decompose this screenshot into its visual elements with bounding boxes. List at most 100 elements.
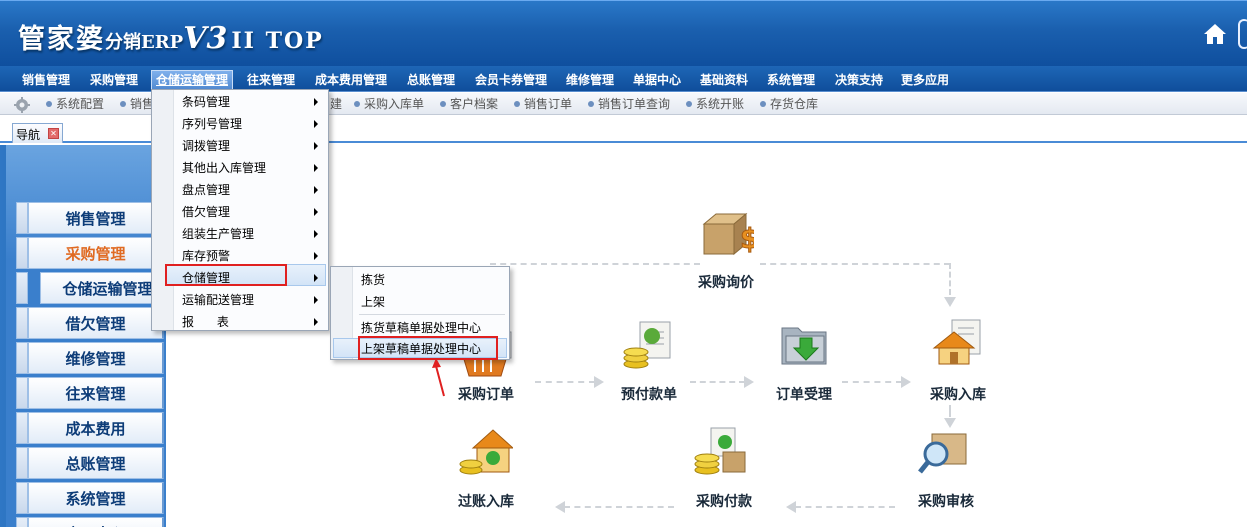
menu-repair[interactable]: 维修管理: [562, 70, 618, 90]
menu-basic-data[interactable]: 基础资料: [696, 70, 752, 90]
flow-arrow: [555, 501, 565, 513]
house-coins-icon[interactable]: [459, 426, 513, 476]
quick-item-purchase-in[interactable]: 采购入库单: [354, 96, 424, 112]
menu-more[interactable]: 更多应用: [897, 70, 953, 90]
menu-item-assembly[interactable]: 组装生产管理: [182, 223, 322, 245]
flow-node-order[interactable]: 采购订单: [458, 384, 514, 404]
brand-logo: 管家婆分销ERPV3 II TOP: [18, 17, 324, 56]
menu-ledger[interactable]: 总账管理: [403, 70, 459, 90]
tab-navigation-label: 导航: [16, 128, 41, 142]
menu-item-borrow[interactable]: 借欠管理: [182, 201, 322, 223]
coins-document-icon[interactable]: [622, 320, 676, 370]
svg-text:$: $: [740, 222, 754, 255]
menu-warehouse[interactable]: 仓储运输管理: [151, 70, 234, 90]
annotation-arrow-icon: [432, 358, 445, 397]
flow-arrow: [944, 297, 956, 307]
menu-item-barcode[interactable]: 条码管理: [182, 91, 322, 113]
highlight-box-storage: [165, 264, 287, 286]
flow-arrow: [594, 376, 604, 388]
chevron-right-icon: [314, 230, 318, 238]
flow-arrow: [744, 376, 754, 388]
gear-icon[interactable]: [14, 97, 30, 113]
quick-item-stock-warehouse[interactable]: 存货仓库: [760, 96, 818, 112]
coins-box-icon[interactable]: [693, 426, 747, 476]
submenu-item-shelving[interactable]: 上架: [361, 291, 385, 313]
submenu-item-picking[interactable]: 拣货: [361, 269, 385, 291]
menu-purchase[interactable]: 采购管理: [86, 70, 142, 90]
chevron-right-icon: [314, 274, 318, 282]
menu-sales[interactable]: 销售管理: [18, 70, 74, 90]
house-document-icon[interactable]: [930, 318, 984, 368]
flow-connector: [795, 506, 895, 508]
flow-connector: [490, 263, 700, 265]
menu-item-serial[interactable]: 序列号管理: [182, 113, 322, 135]
flow-connector: [535, 381, 595, 383]
menu-item-transfer[interactable]: 调拨管理: [182, 135, 322, 157]
submenu-separator: [359, 314, 505, 315]
flow-connector: [690, 381, 745, 383]
quick-item-build[interactable]: 建: [330, 96, 342, 112]
folder-arrow-icon[interactable]: [778, 320, 832, 370]
chevron-right-icon: [314, 252, 318, 260]
chevron-right-icon: [314, 120, 318, 128]
flow-connector: [949, 405, 951, 417]
chevron-right-icon: [314, 98, 318, 106]
nav-item-sales[interactable]: 销售管理: [28, 202, 164, 234]
window-edge-button[interactable]: [1238, 19, 1247, 49]
nav-item-accounts[interactable]: 往来管理: [28, 377, 164, 409]
box-dollar-icon[interactable]: $: [700, 210, 754, 260]
nav-item-repair[interactable]: 维修管理: [28, 342, 164, 374]
quick-item-customer[interactable]: 客户档案: [440, 96, 498, 112]
quick-item-sales[interactable]: 销售: [120, 96, 154, 112]
menu-cost[interactable]: 成本费用管理: [311, 70, 391, 90]
nav-item-cost[interactable]: 成本费用: [28, 412, 164, 444]
chevron-right-icon: [314, 208, 318, 216]
nav-item-app-center[interactable]: 应用中心: [28, 517, 164, 527]
nav-item-purchase[interactable]: 采购管理: [28, 237, 164, 269]
flow-connector: [842, 381, 902, 383]
flow-arrow: [901, 376, 911, 388]
menu-item-other-io[interactable]: 其他出入库管理: [182, 157, 322, 179]
app-window: 管家婆分销ERPV3 II TOP 销售管理 采购管理 仓储运输管理 往来管理 成…: [0, 0, 1247, 527]
flow-connector: [564, 506, 674, 508]
brand-sub: 分销ERP: [105, 32, 184, 53]
highlight-box-shelving-draft: [358, 336, 498, 360]
brand-main: 管家婆: [18, 24, 105, 55]
home-icon[interactable]: [1202, 21, 1228, 47]
nav-item-ledger[interactable]: 总账管理: [28, 447, 164, 479]
chevron-right-icon: [314, 164, 318, 172]
flow-node-inquiry[interactable]: 采购询价: [698, 272, 754, 292]
flow-node-accept[interactable]: 订单受理: [776, 384, 832, 404]
flow-arrow: [786, 501, 796, 513]
flow-node-stockin[interactable]: 采购入库: [930, 384, 986, 404]
flow-node-payment[interactable]: 采购付款: [696, 491, 752, 511]
menu-documents[interactable]: 单据中心: [629, 70, 685, 90]
flow-node-audit[interactable]: 采购审核: [918, 491, 974, 511]
left-navigation: 销售管理 采购管理 仓储运输管理 借欠管理 维修管理 往来管理 成本费用 总账管…: [0, 145, 176, 527]
chevron-right-icon: [314, 296, 318, 304]
flow-connector: [760, 263, 950, 265]
chevron-right-icon: [314, 186, 318, 194]
title-bar: 管家婆分销ERPV3 II TOP: [0, 0, 1247, 66]
menu-item-delivery[interactable]: 运输配送管理: [182, 289, 322, 311]
quick-item-sales-order[interactable]: 销售订单: [514, 96, 572, 112]
nav-item-borrow[interactable]: 借欠管理: [28, 307, 164, 339]
menu-item-reports[interactable]: 报 表: [182, 311, 322, 333]
menu-item-inventory-count[interactable]: 盘点管理: [182, 179, 322, 201]
chevron-right-icon: [314, 142, 318, 150]
quick-item-sales-order-query[interactable]: 销售订单查询: [588, 96, 670, 112]
menu-decision[interactable]: 决策支持: [831, 70, 887, 90]
magnifier-box-icon[interactable]: [918, 426, 972, 476]
flow-node-posting[interactable]: 过账入库: [458, 491, 514, 511]
close-icon[interactable]: ✕: [48, 128, 59, 139]
quick-item-system-config[interactable]: 系统配置: [46, 96, 104, 112]
flow-node-prepay[interactable]: 预付款单: [621, 384, 677, 404]
quick-item-open-account[interactable]: 系统开账: [686, 96, 744, 112]
warehouse-dropdown-menu: 条码管理 序列号管理 调拨管理 其他出入库管理 盘点管理 借欠管理 组装生产管理…: [151, 89, 329, 331]
nav-item-system[interactable]: 系统管理: [28, 482, 164, 514]
menu-system[interactable]: 系统管理: [763, 70, 819, 90]
menu-member[interactable]: 会员卡券管理: [471, 70, 551, 90]
brand-edition: II TOP: [231, 28, 324, 54]
tab-navigation[interactable]: 导航 ✕: [12, 123, 63, 143]
menu-accounts[interactable]: 往来管理: [243, 70, 299, 90]
